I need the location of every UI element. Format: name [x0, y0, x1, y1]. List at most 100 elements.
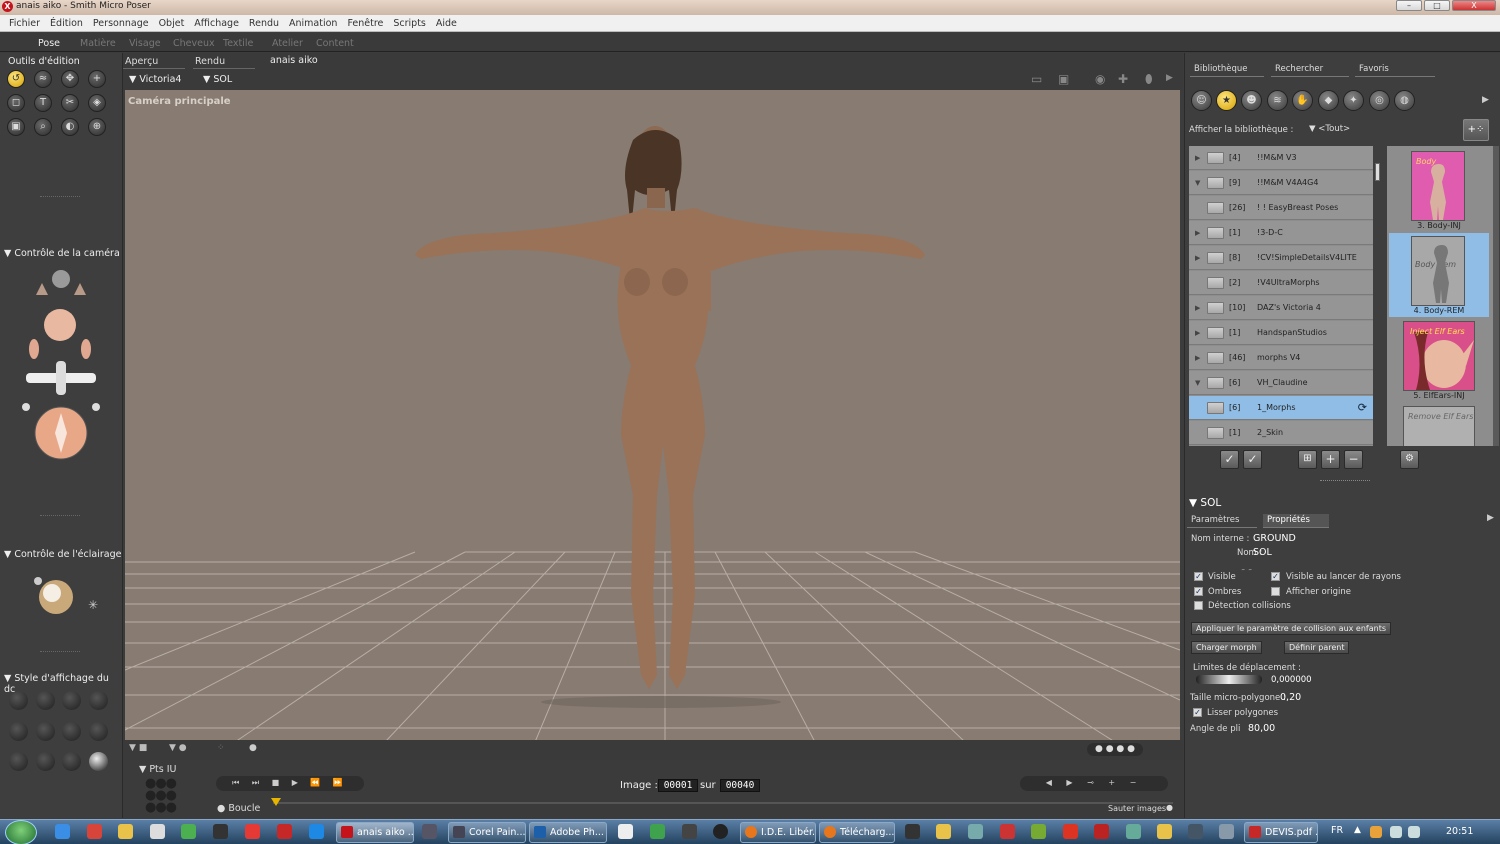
- task-poser[interactable]: anais aiko ...: [336, 822, 414, 843]
- app-icon[interactable]: [213, 824, 228, 839]
- network-tray-icon[interactable]: [1390, 826, 1402, 838]
- view-magnifier-icon[interactable]: ⌕: [34, 118, 52, 136]
- figure-dropdown[interactable]: ▼ Victoria4: [129, 74, 181, 85]
- tray-icon[interactable]: [1370, 826, 1382, 838]
- camera-control-widget[interactable]: [12, 265, 108, 461]
- shadow-toggle-icon[interactable]: ▼ ●: [169, 743, 187, 753]
- library-poses-icon[interactable]: ★: [1216, 90, 1237, 111]
- menu-affichage[interactable]: Affichage: [189, 15, 244, 31]
- taskbar-app-icon[interactable]: [422, 824, 437, 839]
- thumbnail-item[interactable]: Remove Elf Ears: [1389, 403, 1489, 446]
- task-icon-calc[interactable]: [1031, 824, 1046, 839]
- menu-personnage[interactable]: Personnage: [88, 15, 154, 31]
- shadows-checkbox[interactable]: ✓: [1194, 587, 1203, 596]
- ovi-icon[interactable]: [181, 824, 196, 839]
- displacement-dial[interactable]: [1196, 675, 1262, 684]
- direct-manipulation-icon[interactable]: ⊕: [88, 118, 106, 136]
- set-parent-button[interactable]: Définir parent: [1284, 641, 1350, 654]
- room-tab-atelier[interactable]: Atelier: [272, 36, 303, 51]
- task-icon-folder[interactable]: [936, 824, 951, 839]
- micropoly-value[interactable]: 0,20: [1280, 692, 1301, 703]
- expand-arrow-icon[interactable]: ▶: [1195, 346, 1200, 370]
- add-library-button[interactable]: +⁘: [1463, 119, 1489, 141]
- viewport-menu-arrow-icon[interactable]: ▶: [1166, 73, 1173, 83]
- panel-grip[interactable]: [1320, 480, 1370, 483]
- library-folder-row[interactable]: ▶ [4] !!M&M V3: [1189, 146, 1373, 170]
- 3d-viewport[interactable]: Caméra principale: [125, 90, 1180, 742]
- menu-scripts[interactable]: Scripts: [388, 15, 431, 31]
- tab-favoris[interactable]: Favoris: [1355, 63, 1435, 77]
- display-hidden-line-icon[interactable]: [89, 691, 108, 710]
- explorer-icon[interactable]: [118, 824, 133, 839]
- remove-from-library-button[interactable]: −: [1344, 450, 1363, 469]
- library-options-button[interactable]: ⚙: [1400, 450, 1419, 469]
- ie-icon[interactable]: [55, 824, 70, 839]
- camera-scale-icon[interactable]: ⬮: [1145, 72, 1153, 87]
- clock[interactable]: 20:51: [1446, 826, 1473, 837]
- timeline-scrubber[interactable]: [271, 798, 281, 806]
- library-lights-icon[interactable]: ✦: [1343, 90, 1364, 111]
- ie-quicklaunch-icon[interactable]: [309, 824, 324, 839]
- task-icon-app[interactable]: [1094, 824, 1109, 839]
- minimize-button[interactable]: –: [1396, 0, 1422, 11]
- morphing-tool-icon[interactable]: ◐: [61, 118, 79, 136]
- keyframe-dots[interactable]: ●●● ●●● ●●●: [145, 777, 185, 814]
- expand-arrow-icon[interactable]: ▶: [1195, 296, 1200, 320]
- playback-controls[interactable]: ⏮ ⏭ ■ ▶ ⏪ ⏩: [216, 776, 364, 791]
- expand-arrow-icon[interactable]: ▶: [1195, 221, 1200, 245]
- library-folder-row[interactable]: ▶ [1] HandspanStudios: [1189, 321, 1373, 345]
- properties-menu-arrow-icon[interactable]: ▶: [1487, 513, 1494, 523]
- visible-raytrace-checkbox[interactable]: ✓: [1271, 572, 1280, 581]
- panel-grip[interactable]: [40, 651, 80, 654]
- maximize-button[interactable]: □: [1424, 0, 1450, 11]
- color-tool-icon[interactable]: ◈: [88, 94, 106, 112]
- apply-collision-children-button[interactable]: Appliquer le paramètre de collision aux …: [1191, 622, 1392, 635]
- task-icon-app3[interactable]: [1188, 824, 1203, 839]
- display-silhouette-icon[interactable]: [9, 691, 28, 710]
- library-folder-row[interactable]: [1] 2_Skin: [1189, 421, 1373, 445]
- expand-arrow-icon[interactable]: ▶: [1195, 321, 1200, 345]
- menu-aide[interactable]: Aide: [431, 15, 462, 31]
- display-lit-wireframe-icon[interactable]: [9, 722, 28, 741]
- chrome-icon[interactable]: [245, 824, 260, 839]
- tab-bibliotheque[interactable]: Bibliothèque: [1190, 63, 1264, 77]
- show-origin-checkbox[interactable]: [1271, 587, 1280, 596]
- room-tab-content[interactable]: Content: [316, 36, 354, 51]
- refresh-icon[interactable]: ⟳: [1358, 396, 1367, 420]
- task-corel-painter[interactable]: Corel Pain...: [448, 822, 526, 843]
- ground-toggle-icon[interactable]: ▼ ■: [129, 743, 147, 753]
- library-folder-row[interactable]: ▶ [10] DAZ's Victoria 4: [1189, 296, 1373, 320]
- keyframe-nav-controls[interactable]: ◀ ▶ ⊸ + −: [1020, 776, 1168, 791]
- expand-arrow-icon[interactable]: ▶: [1195, 146, 1200, 170]
- task-icon-dark[interactable]: [682, 824, 697, 839]
- library-folder-row[interactable]: ▼ [6] VH_Claudine: [1189, 371, 1373, 395]
- rotate-tool-icon[interactable]: ↺: [7, 70, 25, 88]
- show-library-dropdown[interactable]: ▼ <Tout>: [1309, 124, 1350, 134]
- task-icon-app2[interactable]: [1126, 824, 1141, 839]
- task-icon-z[interactable]: [713, 824, 728, 839]
- display-preview-icon[interactable]: [89, 752, 108, 771]
- library-folder-row[interactable]: [26] ! ! EasyBreast Poses: [1189, 196, 1373, 220]
- panel-grip[interactable]: [40, 515, 80, 518]
- tray-expand-icon[interactable]: ▲: [1354, 825, 1361, 835]
- quicklaunch-icon[interactable]: [87, 824, 102, 839]
- library-folder-row[interactable]: ▶ [46] morphs V4: [1189, 346, 1373, 370]
- apply-multiple-button[interactable]: ✓: [1243, 450, 1262, 469]
- library-figures-icon[interactable]: ☺: [1191, 90, 1212, 111]
- close-button[interactable]: X: [1452, 0, 1496, 11]
- task-icon-red[interactable]: [1000, 824, 1015, 839]
- task-firefox-download[interactable]: Télécharg...: [819, 822, 895, 843]
- display-smooth-lined-icon[interactable]: [36, 752, 55, 771]
- tab-rechercher[interactable]: Rechercher: [1271, 63, 1349, 77]
- layout-icon[interactable]: ▣: [1058, 72, 1069, 86]
- menu-rendu[interactable]: Rendu: [244, 15, 284, 31]
- translate-in-out-icon[interactable]: +: [88, 70, 106, 88]
- menu-objet[interactable]: Objet: [154, 15, 190, 31]
- light-control-widget[interactable]: ✳: [30, 575, 104, 621]
- acrobat-icon[interactable]: [277, 824, 292, 839]
- taper-tool-icon[interactable]: T: [34, 94, 52, 112]
- tab-rendu[interactable]: Rendu: [193, 55, 255, 69]
- library-folder-row[interactable]: [2] !V4UltraMorphs: [1189, 271, 1373, 295]
- properties-section-title[interactable]: ▼ SOL: [1189, 497, 1221, 509]
- task-icon-green[interactable]: [650, 824, 665, 839]
